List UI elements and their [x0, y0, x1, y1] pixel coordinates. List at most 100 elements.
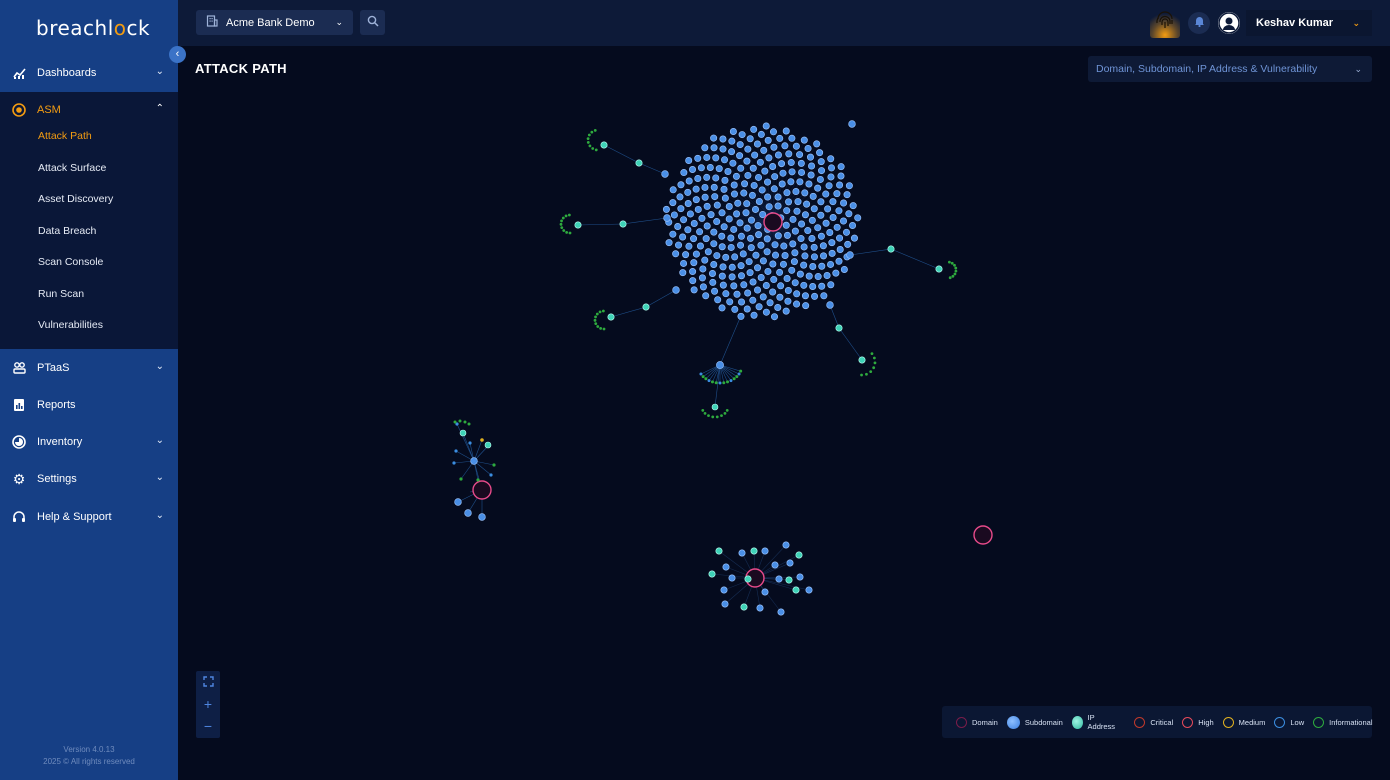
subdomain-node[interactable] [817, 158, 825, 166]
subdomain-node[interactable] [757, 130, 765, 138]
informational-node[interactable] [587, 133, 591, 137]
low-node[interactable] [452, 461, 456, 465]
subdomain-node[interactable] [844, 240, 852, 248]
subdomain-node[interactable] [825, 182, 833, 190]
subdomain-node[interactable] [781, 142, 789, 150]
subdomain-node[interactable] [762, 308, 770, 316]
subdomain-node[interactable] [701, 193, 709, 201]
subdomain-node[interactable] [836, 245, 844, 253]
ip-address-node[interactable] [858, 356, 866, 364]
subdomain-node[interactable] [737, 241, 745, 249]
subdomain-node[interactable] [722, 290, 730, 298]
subdomain-node[interactable] [775, 575, 783, 583]
subdomain-node[interactable] [454, 498, 462, 506]
subdomain-node[interactable] [730, 190, 738, 198]
subdomain-node[interactable] [793, 207, 801, 215]
subdomain-node[interactable] [701, 256, 709, 264]
subdomain-node[interactable] [827, 173, 835, 181]
informational-node[interactable] [714, 381, 718, 385]
subdomain-node[interactable] [801, 189, 809, 197]
subdomain-node[interactable] [718, 272, 726, 280]
subdomain-node[interactable] [816, 175, 824, 183]
subdomain-node[interactable] [813, 140, 821, 148]
low-node[interactable] [454, 449, 458, 453]
low-node[interactable] [699, 372, 703, 376]
subdomain-node[interactable] [713, 218, 721, 226]
subdomain-node[interactable] [777, 282, 785, 290]
sidebar-subitem-attack-surface[interactable]: Attack Surface [38, 162, 106, 174]
subdomain-node[interactable] [721, 600, 729, 608]
subdomain-node[interactable] [776, 268, 784, 276]
subdomain-node[interactable] [728, 574, 736, 582]
low-node[interactable] [707, 379, 711, 383]
informational-node[interactable] [459, 477, 463, 481]
subdomain-node[interactable] [729, 159, 737, 167]
subdomain-node[interactable] [470, 457, 478, 465]
informational-node[interactable] [872, 356, 876, 360]
informational-node[interactable] [703, 412, 707, 415]
informational-node[interactable] [701, 375, 705, 379]
organization-select[interactable]: Acme Bank Demo ⌄ [196, 10, 353, 35]
subdomain-node[interactable] [814, 273, 822, 281]
subdomain-node[interactable] [719, 263, 727, 271]
subdomain-node[interactable] [690, 286, 698, 294]
informational-node[interactable] [720, 414, 723, 418]
subdomain-node[interactable] [769, 163, 777, 171]
subdomain-node[interactable] [784, 297, 792, 305]
subdomain-node[interactable] [782, 307, 790, 315]
subdomain-node[interactable] [820, 292, 828, 300]
subdomain-node[interactable] [824, 205, 832, 213]
informational-node[interactable] [726, 380, 730, 384]
subdomain-node[interactable] [796, 151, 804, 159]
subdomain-node[interactable] [722, 563, 730, 571]
subdomain-node[interactable] [822, 219, 830, 227]
subdomain-node[interactable] [809, 263, 817, 271]
low-node[interactable] [737, 372, 741, 376]
ip-address-node[interactable] [715, 547, 723, 555]
subdomain-node[interactable] [779, 260, 787, 268]
subdomain-node[interactable] [701, 144, 709, 152]
subdomain-node[interactable] [759, 257, 767, 265]
notifications-button[interactable] [1188, 12, 1210, 34]
subdomain-node[interactable] [661, 170, 669, 178]
subdomain-node[interactable] [818, 262, 826, 270]
subdomain-node[interactable] [713, 201, 721, 209]
informational-node[interactable] [593, 318, 597, 322]
subdomain-node[interactable] [686, 210, 694, 218]
subdomain-node[interactable] [763, 235, 771, 243]
subdomain-node[interactable] [738, 298, 746, 306]
low-node[interactable] [718, 381, 722, 385]
subdomain-node[interactable] [685, 177, 693, 185]
subdomain-node[interactable] [732, 172, 740, 180]
subdomain-node[interactable] [817, 232, 825, 240]
subdomain-node[interactable] [698, 274, 706, 282]
informational-node[interactable] [560, 219, 563, 223]
subdomain-node[interactable] [737, 164, 745, 172]
subdomain-node[interactable] [800, 261, 808, 269]
subdomain-node[interactable] [702, 292, 710, 300]
subdomain-node[interactable] [742, 209, 750, 217]
informational-node[interactable] [463, 420, 467, 424]
informational-node[interactable] [860, 373, 863, 377]
subdomain-node[interactable] [747, 216, 755, 224]
subdomain-node[interactable] [803, 200, 811, 208]
informational-node[interactable] [865, 372, 868, 376]
subdomain-node[interactable] [835, 207, 843, 215]
subdomain-node[interactable] [837, 172, 845, 180]
subdomain-node[interactable] [782, 541, 790, 549]
subdomain-node[interactable] [835, 257, 843, 265]
domain-node[interactable] [472, 480, 492, 500]
informational-node[interactable] [596, 325, 600, 328]
subdomain-node[interactable] [755, 197, 763, 205]
ip-address-node[interactable] [795, 551, 803, 559]
subdomain-node[interactable] [676, 193, 684, 201]
subdomain-node[interactable] [669, 186, 677, 194]
fit-view-button[interactable] [196, 671, 220, 693]
informational-node[interactable] [568, 231, 572, 235]
informational-node[interactable] [562, 229, 566, 232]
subdomain-node[interactable] [680, 259, 688, 267]
informational-node[interactable] [950, 261, 954, 265]
subdomain-node[interactable] [759, 293, 767, 301]
informational-node[interactable] [602, 327, 606, 331]
subdomain-node[interactable] [810, 253, 818, 261]
